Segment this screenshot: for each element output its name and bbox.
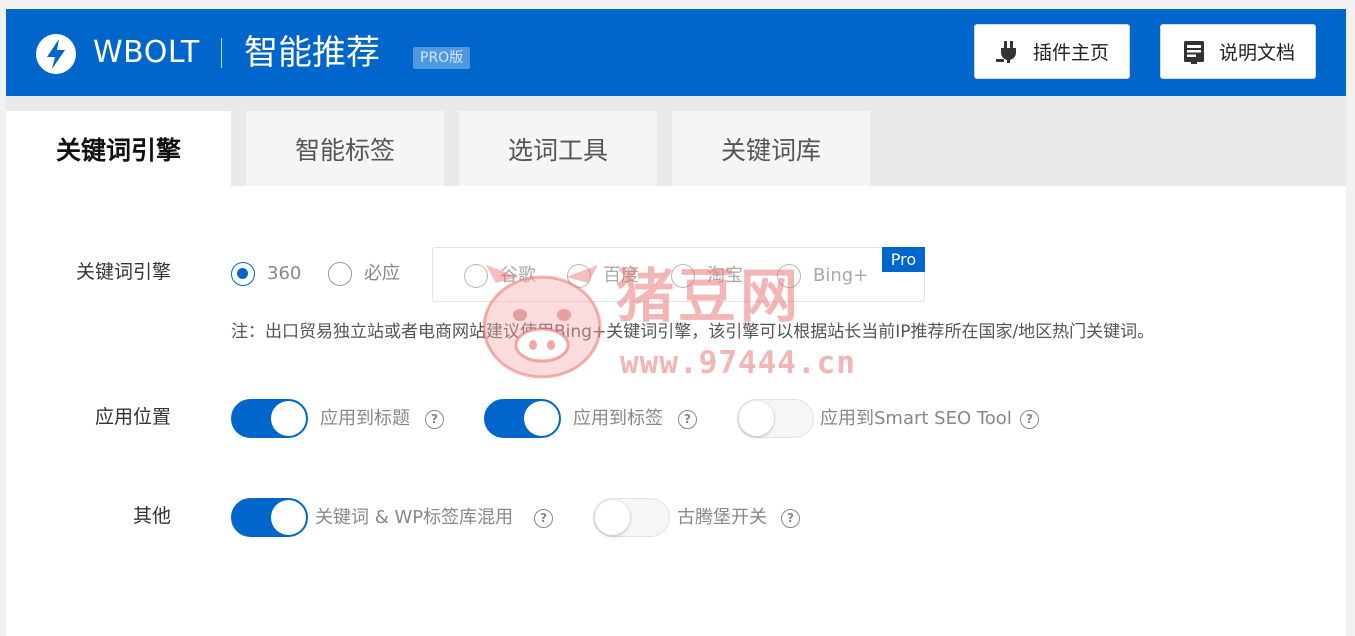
help-icon[interactable]: ? (534, 509, 553, 528)
help-icon[interactable]: ? (1020, 410, 1039, 429)
radio-dot (777, 264, 801, 288)
radio-bing[interactable]: 必应 (328, 261, 400, 287)
page-title: 智能推荐 (244, 33, 380, 73)
plugin-home-button[interactable]: 插件主页 (974, 24, 1130, 79)
lightning-logo-icon (36, 34, 76, 74)
tab-smart-tags[interactable]: 智能标签 (246, 111, 444, 186)
help-icon[interactable]: ? (425, 410, 444, 429)
documentation-label: 说明文档 (1218, 42, 1295, 64)
help-icon[interactable]: ? (678, 410, 697, 429)
radio-dot (231, 262, 255, 286)
tab-word-selection-tool[interactable]: 选词工具 (459, 111, 657, 186)
header-divider (221, 38, 222, 68)
radio-dot (671, 264, 695, 288)
apply-smart-seo-label: 应用到Smart SEO Tool (820, 408, 1012, 429)
radio-360[interactable]: 360 (231, 261, 301, 287)
radio-baidu[interactable]: 百度 (567, 263, 639, 289)
radio-label: 淘宝 (707, 265, 743, 286)
toggle-knob (271, 401, 306, 436)
toggle-gutenberg[interactable] (593, 498, 670, 537)
radio-label: Bing+ (813, 265, 869, 286)
pro-version-badge: PRO版 (413, 47, 471, 69)
radio-label: 360 (267, 263, 302, 284)
radio-dot (464, 264, 488, 288)
toggle-knob (739, 401, 774, 436)
radio-dot (328, 262, 352, 286)
help-icon[interactable]: ? (781, 509, 800, 528)
radio-label: 谷歌 (500, 265, 536, 286)
tab-keyword-library[interactable]: 关键词库 (672, 111, 870, 186)
radio-google[interactable]: 谷歌 (464, 263, 536, 289)
keyword-wp-tag-mix-label: 关键词 & WP标签库混用 (315, 507, 514, 528)
tab-keyword-engine[interactable]: 关键词引擎 (6, 111, 231, 186)
radio-bing-plus[interactable]: Bing+ (777, 263, 868, 289)
pro-tag: Pro (882, 247, 925, 272)
radio-taobao[interactable]: 淘宝 (671, 263, 743, 289)
toggle-apply-title[interactable] (231, 399, 308, 438)
apply-title-label: 应用到标题 (320, 408, 410, 429)
plugin-home-label: 插件主页 (1032, 42, 1109, 64)
app-window: WBOLT 智能推荐 PRO版 插件主页 说明文档 关键词引擎 智能标签 选词工… (6, 9, 1346, 636)
radio-label: 必应 (364, 263, 400, 284)
watermark-url: www.97444.cn (620, 345, 856, 381)
toggle-knob (595, 500, 630, 535)
brand-name: WBOLT (93, 35, 200, 70)
plug-icon (995, 40, 1016, 63)
documentation-button[interactable]: 说明文档 (1160, 24, 1316, 79)
tab-bar: 关键词引擎 智能标签 选词工具 关键词库 (6, 96, 1346, 186)
radio-label: 百度 (603, 265, 639, 286)
toggle-apply-smart-seo[interactable] (737, 399, 814, 438)
engine-row-label: 关键词引擎 (75, 261, 171, 283)
toggle-knob (524, 401, 559, 436)
toggle-knob (271, 500, 306, 535)
engine-note: 注：出口贸易独立站或者电商网站建议使用Bing+关键词引擎，该引擎可以根据站长当… (231, 322, 1155, 342)
toggle-keyword-wp-tag-mix[interactable] (231, 498, 308, 537)
radio-dot (567, 264, 591, 288)
document-icon (1183, 40, 1204, 64)
apply-position-label: 应用位置 (94, 406, 171, 428)
other-row-label: 其他 (132, 505, 171, 527)
apply-tags-label: 应用到标签 (573, 408, 663, 429)
gutenberg-label: 古腾堡开关 (677, 507, 767, 528)
toggle-apply-tags[interactable] (484, 399, 561, 438)
header-bar: WBOLT 智能推荐 PRO版 插件主页 说明文档 (6, 9, 1346, 96)
